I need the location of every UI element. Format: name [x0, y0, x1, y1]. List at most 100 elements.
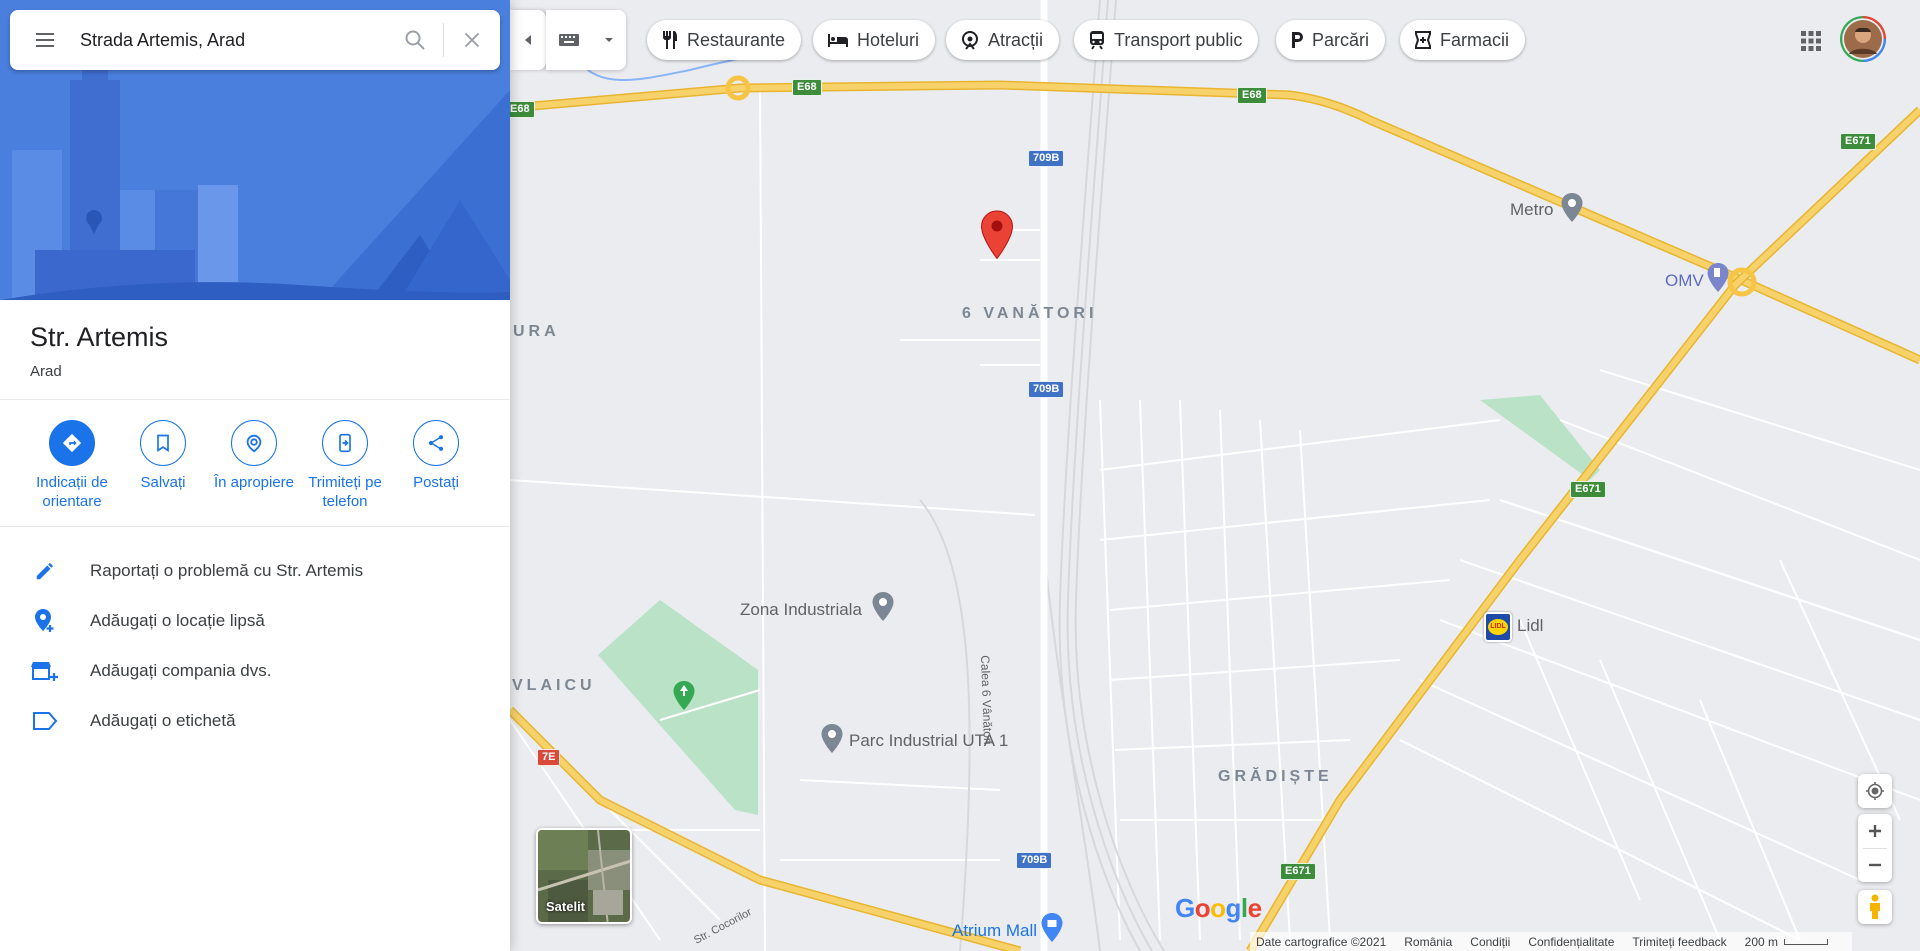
search-icon [405, 30, 425, 50]
road-shield-e671: E671 [1840, 133, 1876, 150]
road-shield-709b: 709B [1028, 150, 1065, 167]
poi-label-lidl[interactable]: Lidl [1517, 616, 1543, 636]
plus-icon [1869, 824, 1881, 837]
share-label: Postați [413, 474, 459, 491]
pencil-icon [36, 562, 54, 580]
restaurant-icon [663, 31, 677, 49]
add-missing-place-item[interactable]: Adăugați o locație lipsă [0, 596, 510, 646]
zoom-in-button[interactable] [1858, 814, 1892, 848]
poi-pin-icon[interactable] [1560, 192, 1584, 224]
map-footer: Date cartografice ©2021 România Condiții… [1250, 932, 1852, 951]
search-button[interactable] [387, 10, 443, 70]
chip-label: Restaurante [687, 29, 786, 50]
footer-terms-link[interactable]: Condiții [1470, 935, 1510, 949]
divider [0, 526, 510, 527]
street-view-pegman-button[interactable] [1858, 890, 1892, 924]
directions-icon [49, 420, 95, 466]
bookmark-icon [140, 420, 186, 466]
area-label-gradiste: GRĂDIȘTE [1218, 768, 1333, 785]
divider [0, 399, 510, 400]
place-subtitle: Arad [30, 363, 62, 380]
chip-restaurants[interactable]: Restaurante [647, 20, 802, 60]
minus-icon [1869, 864, 1881, 867]
chip-label: Transport public [1114, 29, 1243, 50]
report-problem-item[interactable]: Raportați o problemă cu Str. Artemis [0, 546, 510, 596]
poi-label-zona-industriala[interactable]: Zona Industriala [740, 600, 862, 620]
poi-pin-icon[interactable] [871, 591, 895, 623]
chip-attractions[interactable]: Atracții [946, 20, 1060, 60]
area-label-ura: URA [513, 323, 560, 340]
send-to-phone-button[interactable]: Trimiteți pe telefon [295, 420, 395, 511]
nearby-label: În apropiere [213, 474, 295, 491]
selected-location-pin-icon[interactable] [980, 210, 1014, 260]
google-logo-text: Google [1175, 893, 1262, 923]
save-button[interactable]: Salvați [113, 420, 213, 492]
hotel-icon [828, 34, 848, 47]
collapse-panel-button[interactable] [510, 10, 546, 70]
shopping-pin-icon[interactable] [1040, 912, 1064, 944]
satellite-layer-toggle[interactable]: Satelit [536, 828, 632, 924]
chip-transit[interactable]: Transport public [1074, 20, 1259, 60]
label-icon [33, 712, 58, 730]
poi-label-omv[interactable]: OMV [1665, 271, 1704, 291]
lidl-logo-text: LIDL [1488, 619, 1508, 635]
account-avatar[interactable] [1840, 16, 1886, 62]
my-location-icon [1866, 782, 1884, 800]
google-logo: Google [1175, 893, 1262, 924]
poi-label-atrium-mall[interactable]: Atrium Mall [952, 921, 1037, 941]
add-business-item[interactable]: Adăugați compania dvs. [0, 646, 510, 696]
clear-search-button[interactable] [444, 10, 500, 70]
google-apps-button[interactable] [1793, 23, 1829, 59]
poi-label-metro[interactable]: Metro [1510, 200, 1553, 220]
apps-grid-icon [1801, 31, 1821, 51]
road-shield-7e: 7E [537, 749, 561, 766]
chip-pharmacies[interactable]: Farmacii [1400, 20, 1526, 60]
lidl-logo-icon[interactable]: LIDL [1484, 612, 1512, 642]
pharmacy-icon [1415, 31, 1431, 49]
park-pin-icon[interactable] [672, 680, 696, 712]
scale-bar [1784, 938, 1828, 945]
share-button[interactable]: Postați [386, 420, 486, 492]
save-label: Salvați [140, 474, 186, 491]
road-shield-e671: E671 [1570, 481, 1606, 498]
map-data-attribution: Date cartografice ©2021 [1256, 934, 1387, 949]
poi-label-parc-industrial[interactable]: Parc Industrial UTA 1 [849, 731, 1008, 751]
chip-parking[interactable]: Parcări [1276, 20, 1386, 60]
road-shield-e671: E671 [1280, 863, 1316, 880]
search-input[interactable]: Strada Artemis, Arad [80, 30, 387, 51]
zoom-controls [1858, 814, 1892, 882]
place-actions: Indicații de orientare Salvați În apropi… [0, 420, 510, 520]
directions-label: Indicații de orientare [36, 474, 108, 510]
search-box[interactable]: Strada Artemis, Arad [10, 10, 500, 70]
satellite-label: Satelit [546, 899, 586, 914]
poi-pin-icon[interactable] [820, 723, 844, 755]
add-label-item[interactable]: Adăugați o etichetă [0, 696, 510, 746]
close-icon [464, 32, 480, 48]
nearby-button[interactable]: În apropiere [204, 420, 304, 492]
gas-station-pin-icon[interactable] [1706, 262, 1730, 294]
dropdown-arrow-icon [605, 38, 613, 42]
road-shield-709b: 709B [1028, 381, 1065, 398]
add-place-icon [35, 609, 54, 632]
chip-label: Hoteluri [857, 29, 920, 50]
footer-privacy-link[interactable]: Confidențialitate [1528, 935, 1614, 949]
footer-country-link[interactable]: România [1404, 935, 1452, 949]
chip-hotels[interactable]: Hoteluri [813, 20, 936, 60]
keyboard-icon [559, 34, 579, 46]
directions-button[interactable]: Indicații de orientare [22, 420, 122, 511]
attraction-icon [962, 31, 978, 50]
my-location-button[interactable] [1858, 774, 1892, 808]
input-tools-button[interactable] [546, 10, 626, 70]
menu-button[interactable] [10, 10, 80, 70]
place-title: Str. Artemis [30, 322, 169, 352]
place-header: Str. Artemis Arad [30, 322, 168, 380]
road-shield-709b: 709B [1016, 852, 1053, 869]
zoom-out-button[interactable] [1858, 848, 1892, 882]
chip-label: Parcări [1312, 29, 1370, 50]
scale-label[interactable]: 200 m [1745, 935, 1778, 949]
add-business-label: Adăugați compania dvs. [90, 661, 272, 680]
add-label-label: Adăugați o etichetă [90, 711, 236, 730]
pegman-icon [1870, 894, 1880, 919]
chip-label: Farmacii [1440, 29, 1510, 50]
footer-feedback-link[interactable]: Trimiteți feedback [1632, 935, 1726, 949]
